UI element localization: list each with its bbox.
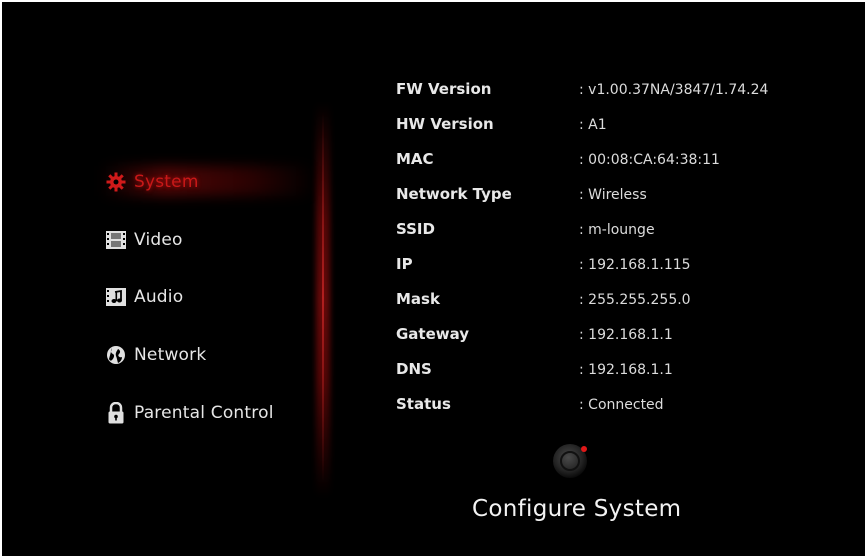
music-icon [105,286,127,308]
info-key: Gateway [396,325,470,343]
info-row-ip: IP : 192.168.1.115 [396,255,816,283]
menu-item-audio[interactable]: Audio [105,279,335,315]
info-key: Status [396,395,451,413]
info-value: : 192.168.1.1 [579,362,673,378]
info-row-hw-version: HW Version : A1 [396,115,816,143]
info-value: : Connected [579,397,664,413]
menu-item-label: Audio [134,287,184,307]
menu-item-label: Video [134,230,183,250]
info-value: : 00:08:CA:64:38:11 [579,152,720,168]
info-row-dns: DNS : 192.168.1.1 [396,360,816,388]
info-row-network-type: Network Type : Wireless [396,185,816,213]
info-row-status: Status : Connected [396,395,816,423]
info-value: : 255.255.255.0 [579,292,691,308]
menu-item-label: System [134,172,199,192]
settings-dial-icon [550,439,592,481]
info-value: : A1 [579,117,607,133]
info-value: : m-lounge [579,222,655,238]
settings-screen: System Video Audio Network Parental Cont… [2,2,865,556]
menu-item-parental-control[interactable]: Parental Control [105,395,335,431]
lock-icon [105,402,127,424]
globe-icon [105,344,127,366]
info-key: DNS [396,360,432,378]
info-key: Mask [396,290,440,308]
info-key: SSID [396,220,435,238]
menu-item-system[interactable]: System [100,164,335,200]
menu-item-network[interactable]: Network [105,337,335,373]
info-row-gateway: Gateway : 192.168.1.1 [396,325,816,353]
info-key: MAC [396,150,434,168]
info-value: : 192.168.1.1 [579,327,673,343]
info-key: IP [396,255,413,273]
info-key: HW Version [396,115,494,133]
info-key: Network Type [396,185,512,203]
info-value: : v1.00.37NA/3847/1.74.24 [579,82,769,98]
info-row-fw-version: FW Version : v1.00.37NA/3847/1.74.24 [396,80,816,108]
info-value: : 192.168.1.115 [579,257,691,273]
info-key: FW Version [396,80,492,98]
film-icon [105,229,127,251]
page-title: Configure System [472,496,682,522]
info-row-mac: MAC : 00:08:CA:64:38:11 [396,150,816,178]
info-row-mask: Mask : 255.255.255.0 [396,290,816,318]
menu-item-label: Network [134,345,207,365]
gear-icon [105,171,127,193]
info-value: : Wireless [579,187,647,203]
info-row-ssid: SSID : m-lounge [396,220,816,248]
active-highlight [100,166,315,196]
menu-item-label: Parental Control [134,403,274,423]
menu-item-video[interactable]: Video [105,222,335,258]
